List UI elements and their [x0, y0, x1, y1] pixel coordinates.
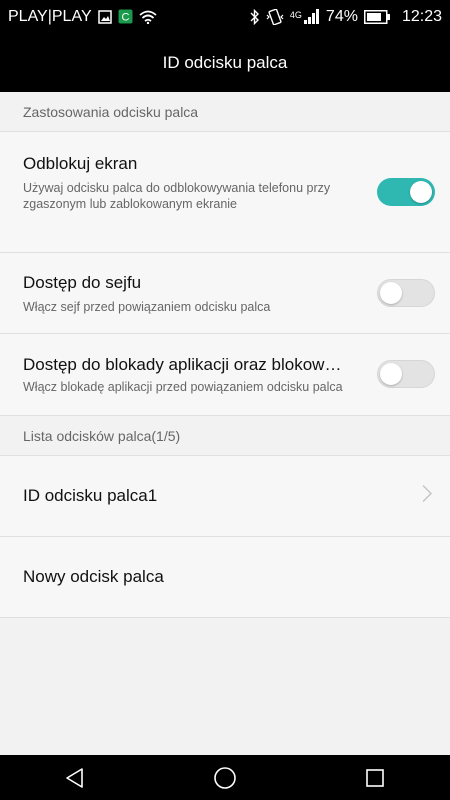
battery-percent: 74% [325, 7, 358, 25]
back-triangle-icon [66, 767, 83, 788]
app-bar: ID odcisku palca [0, 33, 450, 92]
image-icon [97, 9, 112, 24]
setting-safe-access[interactable]: Dostęp do sejfu Włącz sejf przed powiąza… [0, 253, 450, 334]
new-fingerprint-button[interactable]: Nowy odcisk palca [0, 537, 450, 618]
recents-button[interactable] [325, 755, 425, 800]
setting-unlock-screen[interactable]: Odblokuj ekran Używaj odcisku palca do o… [0, 132, 450, 253]
fingerprint-item-label: ID odcisku palca1 [23, 486, 158, 505]
toggle-knob [380, 363, 402, 385]
app-lock-toggle[interactable] [377, 360, 435, 388]
setting-safe-title: Dostęp do sejfu [23, 273, 142, 292]
setting-app-lock-title: Dostęp do blokady aplikacji oraz blokow… [23, 355, 342, 374]
vibrate-icon [266, 8, 284, 25]
svg-text:C: C [121, 12, 129, 24]
battery-icon [363, 9, 390, 24]
status-bar: PLAY|PLAY C 4G 74% 12:23 [0, 0, 450, 33]
navigation-bar [0, 755, 450, 800]
unlock-screen-toggle[interactable] [377, 178, 435, 206]
page-title: ID odcisku palca [162, 52, 288, 72]
settings-content: Zastosowania odcisku palca Odblokuj ekra… [0, 92, 450, 618]
toggle-knob [380, 282, 402, 304]
chevron-right-icon [422, 484, 433, 508]
setting-unlock-subtitle: Używaj odcisku palca do odblokowywania t… [23, 181, 331, 211]
carrier-label: PLAY|PLAY [8, 7, 92, 25]
clock: 12:23 [401, 7, 442, 25]
bluetooth-icon [250, 8, 260, 25]
setting-app-lock-subtitle: Włącz blokadę aplikacji przed powiązanie… [23, 380, 343, 394]
safe-access-toggle[interactable] [377, 279, 435, 307]
section-header-usage: Zastosowania odcisku palca [0, 92, 450, 132]
status-bar-left: PLAY|PLAY C [8, 8, 157, 26]
setting-app-lock-access[interactable]: Dostęp do blokady aplikacji oraz blokow…… [0, 334, 450, 416]
recents-square-icon [366, 768, 384, 787]
back-button[interactable] [25, 755, 125, 800]
app-notification-icon: C [118, 9, 133, 24]
new-fingerprint-label: Nowy odcisk palca [23, 567, 164, 586]
setting-unlock-title: Odblokuj ekran [23, 154, 138, 173]
wifi-icon [139, 10, 157, 24]
section-header-fingerprints-label: Lista odcisków palca(1/5) [23, 427, 181, 444]
fingerprint-item[interactable]: ID odcisku palca1 [0, 456, 450, 537]
section-header-fingerprints: Lista odcisków palca(1/5) [0, 416, 450, 456]
signal-icon [303, 9, 320, 24]
toggle-knob [410, 181, 432, 203]
network-type-label: 4G [289, 9, 302, 20]
home-circle-icon [214, 766, 236, 789]
setting-safe-subtitle: Włącz sejf przed powiązaniem odcisku pal… [23, 300, 271, 314]
status-bar-right: 4G 74% 12:23 [250, 8, 442, 26]
section-header-usage-label: Zastosowania odcisku palca [23, 103, 199, 120]
home-button[interactable] [175, 755, 275, 800]
